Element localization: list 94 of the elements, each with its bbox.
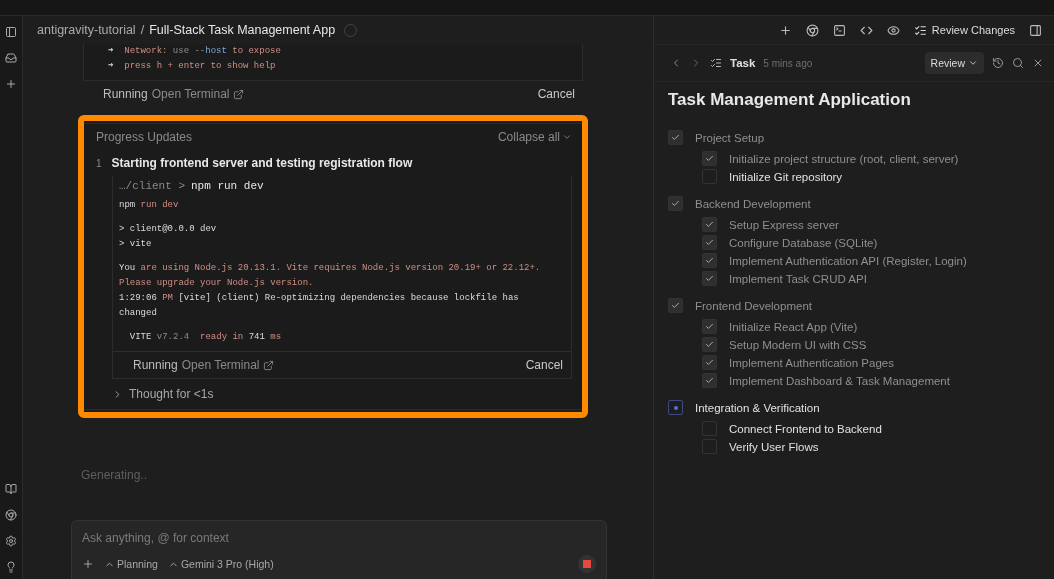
section-checkbox[interactable] xyxy=(668,298,683,313)
command-text: npm run dev xyxy=(191,180,264,192)
breadcrumb-separator: / xyxy=(140,23,145,37)
inbox-icon[interactable] xyxy=(5,52,17,64)
lightbulb-icon[interactable] xyxy=(5,561,17,573)
model-selector[interactable]: Gemini 3 Pro (High) xyxy=(167,558,274,570)
thought-toggle[interactable]: Thought for <1s xyxy=(112,387,572,401)
generating-status: Generating.. xyxy=(81,468,149,482)
book-icon[interactable] xyxy=(5,483,17,495)
stop-icon xyxy=(583,560,591,568)
browser-icon[interactable] xyxy=(5,509,17,521)
checklist-icon xyxy=(710,57,722,69)
task-checkbox[interactable] xyxy=(702,319,717,334)
task-label: Initialize Git repository xyxy=(729,170,843,183)
review-button[interactable]: Review xyxy=(924,52,984,74)
terminal-line: > vite xyxy=(119,238,153,251)
section-label: Integration & Verification xyxy=(695,401,820,414)
task-checkbox[interactable] xyxy=(702,151,717,166)
review-changes-button[interactable]: Review Changes xyxy=(913,23,1015,37)
open-terminal-link[interactable]: Open Terminal xyxy=(151,87,244,101)
task-label: Configure Database (SQLite) xyxy=(729,236,878,249)
task-checkbox[interactable] xyxy=(702,355,717,370)
terminal-icon[interactable] xyxy=(832,23,846,37)
section-checkbox[interactable] xyxy=(668,130,683,145)
terminal-line: changed xyxy=(119,307,158,320)
task-label: Setup Express server xyxy=(729,218,839,231)
external-link-icon xyxy=(232,88,244,100)
running-status: Running xyxy=(103,87,148,101)
task-timestamp: 5 mins ago xyxy=(763,57,813,69)
workspace-name[interactable]: antigravity-tutorial xyxy=(37,23,136,37)
cancel-button[interactable]: Cancel xyxy=(537,87,575,101)
section-label: Backend Development xyxy=(695,197,811,210)
terminal-line: ➜ Network: use --host to expose xyxy=(108,45,282,58)
task-label: Initialize React App (Vite) xyxy=(729,320,858,333)
task-checkbox[interactable] xyxy=(702,337,717,352)
section-checkbox[interactable] xyxy=(668,400,683,415)
section-label: Project Setup xyxy=(695,131,765,144)
search-icon[interactable] xyxy=(1012,57,1024,69)
history-icon[interactable] xyxy=(992,57,1004,69)
task-label: Setup Modern UI with CSS xyxy=(729,338,867,351)
task-checkbox[interactable] xyxy=(702,373,717,388)
progress-title: Progress Updates xyxy=(96,130,193,144)
task-label: Implement Authentication Pages xyxy=(729,356,894,369)
collapse-all-button[interactable]: Collapse all xyxy=(497,130,572,144)
check-icon xyxy=(671,301,680,310)
open-terminal-link[interactable]: Open Terminal xyxy=(181,358,274,372)
check-icon xyxy=(671,133,680,142)
browser-icon[interactable] xyxy=(805,23,819,37)
task-checkbox[interactable] xyxy=(702,253,717,268)
panel-toggle-icon[interactable] xyxy=(1029,23,1042,37)
chevron-down-icon xyxy=(968,58,978,68)
step-number: 1 xyxy=(96,158,102,169)
conversation-title: Full-Stack Task Management App xyxy=(149,23,336,37)
task-label: Implement Authentication API (Register, Login) xyxy=(729,254,967,267)
mode-selector[interactable]: Planning xyxy=(104,558,158,570)
checklist-icon xyxy=(913,23,927,37)
check-icon xyxy=(671,199,680,208)
external-link-icon xyxy=(262,359,274,371)
task-tab-title: Task xyxy=(730,57,756,69)
command-path: …/client > xyxy=(119,180,185,192)
task-label: Implement Task CRUD API xyxy=(729,272,867,285)
step-title: Starting frontend server and testing registration flow xyxy=(111,156,413,170)
terminal-line: VITE v7.2.4 ready in 741 ms xyxy=(128,331,283,344)
plus-icon xyxy=(82,558,94,570)
terminal-line: Please upgrade your Node.js version. xyxy=(119,277,315,290)
task-checkbox[interactable] xyxy=(702,271,717,286)
task-label: Implement Dashboard & Task Management xyxy=(729,374,950,387)
chevron-down-icon xyxy=(562,132,572,142)
plus-icon[interactable] xyxy=(778,23,792,37)
terminal-line: > client@0.0.0 dev xyxy=(119,223,218,236)
close-icon[interactable] xyxy=(1032,57,1044,69)
sidebar-toggle-icon[interactable] xyxy=(5,26,17,38)
check-icon xyxy=(705,154,714,163)
running-status: Running xyxy=(133,358,178,372)
task-label: Initialize project structure (root, client, server) xyxy=(729,152,959,165)
terminal-line: npm run dev xyxy=(119,199,180,212)
prompt-input[interactable]: Ask anything, @ for context xyxy=(82,531,596,545)
progress-dot-icon xyxy=(673,405,678,410)
eye-icon[interactable] xyxy=(886,23,900,37)
terminal-line: ➜ press h + enter to show help xyxy=(108,60,277,73)
task-label: Connect Frontend to Backend xyxy=(729,422,882,435)
task-label: Verify User Flows xyxy=(729,440,819,453)
cancel-button[interactable]: Cancel xyxy=(525,358,563,372)
section-checkbox[interactable] xyxy=(668,196,683,211)
add-button[interactable] xyxy=(82,558,94,570)
settings-icon[interactable] xyxy=(5,535,17,547)
section-label: Frontend Development xyxy=(695,299,812,312)
plus-icon[interactable] xyxy=(5,78,17,90)
stop-button[interactable] xyxy=(578,555,596,573)
terminal-line: You are using Node.js 20.13.1. Vite requires Node.js version 20.19+ or 22.12+. xyxy=(119,262,542,275)
task-checkbox[interactable] xyxy=(702,235,717,250)
document-heading: Task Management Application xyxy=(668,90,912,110)
task-checkbox[interactable] xyxy=(702,217,717,232)
terminal-line: 1:29:06 PM [vite] (client) Re-optimizing dependencies because lockfile has xyxy=(119,292,520,305)
